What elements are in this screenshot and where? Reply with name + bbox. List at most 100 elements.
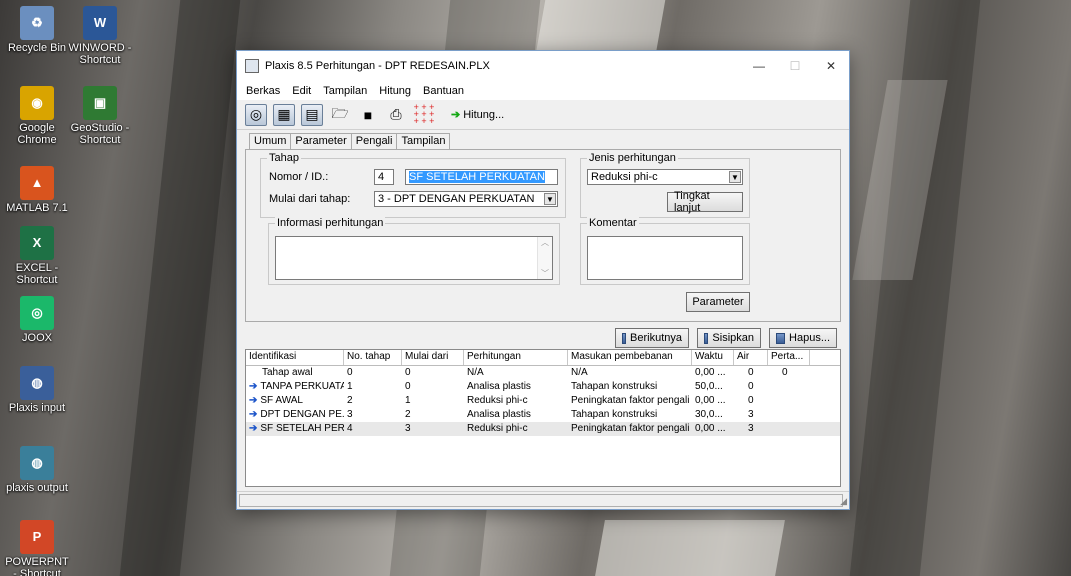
title-bar[interactable]: Plaxis 8.5 Perhitungan - DPT REDESAIN.PL…: [237, 51, 849, 81]
hapus-button[interactable]: Hapus...: [769, 328, 837, 348]
table-cell-calc: Analisa plastis: [467, 381, 531, 392]
output-program-icon[interactable]: ▤: [301, 103, 323, 126]
word-icon: W: [83, 6, 117, 40]
table-cell-from: 1: [405, 395, 411, 406]
plaxis-globe-icon[interactable]: ◎: [245, 103, 267, 126]
table-cell-first: [768, 394, 810, 408]
phase-arrow-icon: ➔: [249, 381, 258, 392]
arrow-right-icon: ➔: [451, 109, 461, 121]
table-row[interactable]: ➔ SF AWAL 2 1 Reduksi phi-c Peningkatan fakto…: [246, 394, 840, 408]
komentar-textarea[interactable]: [587, 236, 743, 280]
table-cell-load: N/A: [571, 367, 588, 378]
table-row[interactable]: ➔ SF SETELAH PER... 4 3 Reduksi phi-c Peningk…: [246, 422, 840, 436]
col-no-tahap[interactable]: No. tahap: [344, 350, 402, 365]
table-cell-load: Peningkatan faktor pengali: [571, 423, 690, 434]
berikutnya-button[interactable]: Berikutnya: [615, 328, 689, 348]
tab-parameter[interactable]: Parameter: [290, 133, 352, 150]
sisipkan-label: Sisipkan: [712, 332, 754, 344]
phase-arrow-icon: ➔: [249, 409, 258, 420]
maximize-button[interactable]: ☐: [777, 51, 813, 81]
plaxis-output-icon: ◍: [20, 446, 54, 480]
sisipkan-button[interactable]: Sisipkan: [697, 328, 761, 348]
table-cell-load: Peningkatan faktor pengali: [571, 395, 690, 406]
input-program-icon[interactable]: ▦: [273, 103, 295, 126]
col-mulai-dari[interactable]: Mulai dari: [402, 350, 464, 365]
table-cell-no: 1: [347, 381, 353, 392]
nomor-field[interactable]: 4: [374, 169, 394, 185]
save-icon[interactable]: ■: [357, 104, 379, 126]
plaxis-input-icon: ◍: [20, 366, 54, 400]
phase-list[interactable]: Identifikasi No. tahap Mulai dari Perhit…: [245, 349, 841, 487]
jenis-perhitungan-value: Reduksi phi-c: [591, 171, 658, 183]
table-cell-no: 0: [347, 367, 353, 378]
tab-pengali[interactable]: Pengali: [350, 133, 398, 150]
delete-phase-icon: [776, 332, 786, 344]
col-pertama[interactable]: Perta...: [768, 350, 810, 365]
table-cell-id: ➔ SF SETELAH PER...: [246, 422, 344, 436]
close-button[interactable]: ✕: [813, 51, 849, 81]
table-cell-water: 3: [748, 409, 754, 420]
tab-tampilan[interactable]: Tampilan: [396, 133, 451, 150]
resize-grip-icon[interactable]: ◢: [840, 496, 847, 507]
phase-id-text: Tahap awal: [262, 367, 313, 378]
desktop-icon-label: JOOX: [22, 332, 52, 344]
col-air[interactable]: Air: [734, 350, 768, 365]
informasi-group-label: Informasi perhitungan: [275, 217, 386, 229]
menu-edit[interactable]: Edit: [286, 85, 317, 97]
scroll-down-icon[interactable]: ﹀: [538, 268, 552, 279]
table-cell-first: 0: [782, 367, 788, 378]
table-row[interactable]: ➔TANPA PERKUATAN1 0 Analisa plastis Tahapan…: [246, 380, 840, 394]
informasi-scrollbar[interactable]: ︿ ﹀: [537, 237, 552, 279]
open-folder-icon[interactable]: 🗁: [329, 104, 351, 126]
chevron-down-icon[interactable]: ▼: [729, 171, 741, 183]
jenis-perhitungan-select[interactable]: Reduksi phi-c ▼: [587, 169, 743, 185]
geostudio-icon: ▣: [83, 86, 117, 120]
hitung-button[interactable]: ➔ Hitung...: [451, 108, 504, 122]
col-perhitungan[interactable]: Perhitungan: [464, 350, 568, 365]
print-icon[interactable]: ⎙: [385, 104, 407, 126]
desktop-icon-word[interactable]: W WINWORD - Shortcut: [68, 6, 132, 66]
jenis-perhitungan-group: Jenis perhitungan Reduksi phi-c ▼ Tingka…: [580, 152, 750, 218]
scroll-up-icon[interactable]: ︿: [538, 237, 552, 248]
nomor-label: Nomor / ID.:: [269, 171, 329, 183]
menu-hitung[interactable]: Hitung: [373, 85, 417, 97]
desktop-icon-joox[interactable]: ◎ JOOX: [5, 296, 69, 344]
informasi-textarea[interactable]: ︿ ﹀: [275, 236, 553, 280]
table-row[interactable]: ➔ DPT DENGAN PE... 3 2 Analisa plastis Tahapa…: [246, 408, 840, 422]
desktop-icon-excel[interactable]: X EXCEL - Shortcut: [5, 226, 69, 286]
select-points-icon[interactable]: + + + + + + + + +: [413, 103, 435, 126]
table-row[interactable]: Tahap awal 0 0 N/A N/A 0,00 ... 0 0: [246, 366, 840, 380]
menu-tampilan[interactable]: Tampilan: [317, 85, 373, 97]
desktop-icon-plaxis-output[interactable]: ◍ plaxis output: [5, 446, 69, 494]
desktop-icon-plaxis-input[interactable]: ◍ Plaxis input: [5, 366, 69, 414]
col-masukan-pembebanan[interactable]: Masukan pembebanan: [568, 350, 692, 365]
jenis-group-label: Jenis perhitungan: [587, 152, 678, 164]
table-cell-calc: Reduksi phi-c: [467, 423, 528, 434]
col-identifikasi[interactable]: Identifikasi: [246, 350, 344, 365]
desktop-icon-chrome[interactable]: ◉ Google Chrome: [5, 86, 69, 146]
desktop-icon-geostudio[interactable]: ▣ GeoStudio - Shortcut: [68, 86, 132, 146]
desktop-icon-recycle-bin[interactable]: ♻ Recycle Bin: [5, 6, 69, 54]
table-cell-water: 0: [748, 395, 754, 406]
table-cell-load: Tahapan konstruksi: [571, 381, 658, 392]
parameter-button[interactable]: Parameter: [686, 292, 750, 312]
menu-bantuan[interactable]: Bantuan: [417, 85, 470, 97]
desktop-icon-powerpoint[interactable]: P POWERPNT - Shortcut: [5, 520, 69, 576]
table-cell-no: 3: [347, 409, 353, 420]
desktop-icon-label: Google Chrome: [17, 122, 57, 146]
menu-berkas[interactable]: Berkas: [240, 85, 286, 97]
col-waktu[interactable]: Waktu: [692, 350, 734, 365]
table-cell-time: 0,00 ...: [695, 395, 726, 406]
tab-umum[interactable]: Umum: [249, 133, 292, 150]
table-cell-no: 2: [347, 395, 353, 406]
desktop-icon-label: plaxis output: [6, 482, 68, 494]
chevron-down-icon[interactable]: ▼: [544, 193, 556, 205]
desktop-icon-matlab[interactable]: ▲ MATLAB 7.1: [5, 166, 69, 214]
phase-list-header: Identifikasi No. tahap Mulai dari Perhit…: [246, 350, 840, 366]
table-cell-id: ➔TANPA PERKUATAN: [246, 380, 344, 394]
mulai-dari-tahap-select[interactable]: 3 - DPT DENGAN PERKUATAN ▼: [374, 191, 558, 207]
tingkat-lanjut-button[interactable]: Tingkat lanjut: [667, 190, 743, 214]
table-cell-time: 0,00 ...: [695, 423, 726, 434]
minimize-button[interactable]: —: [741, 51, 777, 81]
id-field[interactable]: SF SETELAH PERKUATAN: [405, 169, 558, 185]
